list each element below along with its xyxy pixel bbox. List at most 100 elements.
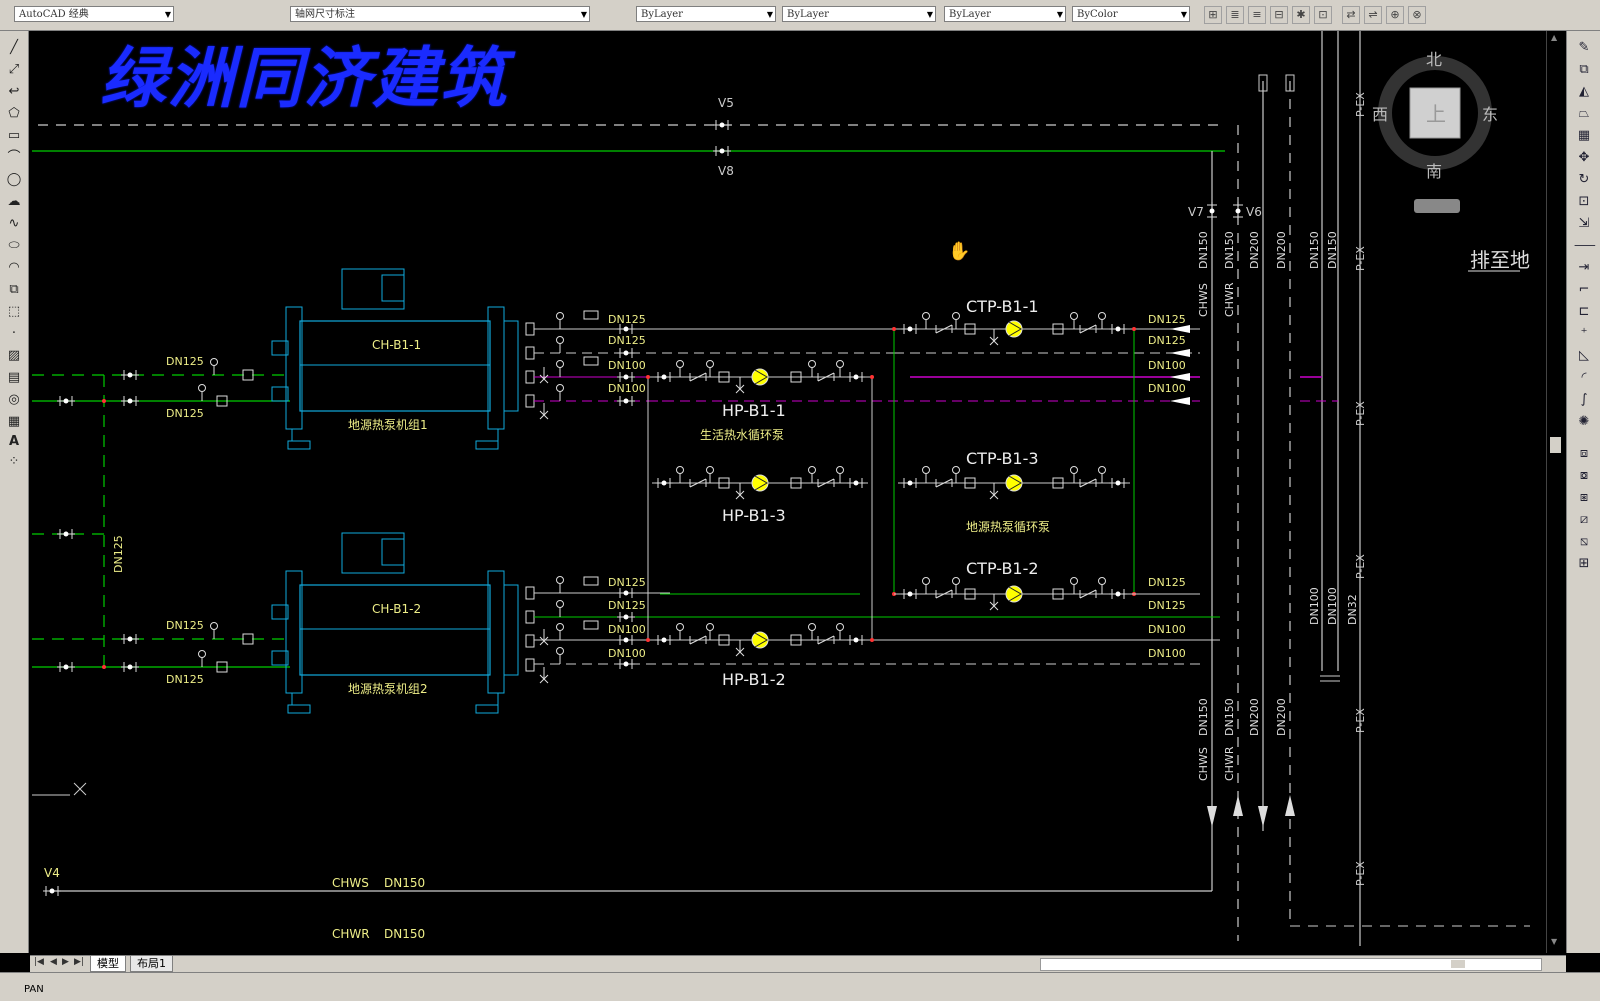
copy-icon[interactable]: ⧉ (1574, 61, 1594, 79)
gauge-icon (706, 623, 714, 641)
scroll-thumb[interactable] (1550, 437, 1561, 453)
table-icon[interactable]: ▦ (4, 413, 24, 431)
valve-icon (654, 477, 674, 489)
layer-lock-icon[interactable]: ⊡ (1314, 6, 1332, 24)
dn125-label: DN125 (1148, 576, 1186, 589)
scroll-down-icon[interactable]: ▼ (1551, 937, 1557, 946)
layer-prev-icon[interactable]: ≣ (1226, 6, 1244, 24)
move-icon[interactable]: ✥ (1574, 149, 1594, 167)
linetype-dropdown[interactable]: ByLayer ▼ (782, 6, 936, 22)
dn150-label: DN150 (1197, 231, 1210, 269)
text-front-icon[interactable]: ⊞ (1574, 555, 1594, 573)
pump-icon (751, 631, 769, 649)
layer-match-icon[interactable]: ⇄ (1342, 6, 1360, 24)
revcloud-icon[interactable]: ☁ (4, 193, 24, 211)
viewcube-north[interactable]: 北 (1426, 50, 1442, 69)
blend-icon[interactable]: ∫ (1574, 391, 1594, 409)
circ-pump-desc: 地源热泵循环泵 (966, 520, 1050, 534)
first-tab-icon[interactable]: |◀ (34, 957, 44, 967)
trim-icon[interactable]: ⸺ (1574, 237, 1596, 255)
horizontal-scrollbar[interactable] (1040, 958, 1542, 971)
scale-icon[interactable]: ⊡ (1574, 193, 1594, 211)
color-dropdown[interactable]: ByLayer ▼ (636, 6, 776, 22)
extend-icon[interactable]: ⇥ (1574, 259, 1594, 277)
above-object-icon[interactable]: ⧄ (1574, 511, 1594, 529)
send-back-icon[interactable]: ⧆ (1574, 489, 1594, 507)
break-point-icon[interactable]: ⌐ (1574, 281, 1594, 299)
stretch-icon[interactable]: ⇲ (1574, 215, 1594, 233)
array-icon[interactable]: ▦ (1574, 127, 1594, 145)
chamfer-icon[interactable]: ◺ (1574, 347, 1594, 365)
wcs-menu-button[interactable] (1414, 199, 1460, 213)
chiller-1-tag: CH-B1-1 (372, 338, 421, 352)
gauge-icon (836, 466, 844, 484)
chevron-down-icon: ▼ (1180, 10, 1187, 19)
polyline-icon[interactable]: ↩ (4, 83, 24, 101)
fillet-icon[interactable]: ◜ (1574, 369, 1594, 387)
erase-icon[interactable]: ✎ (1574, 39, 1594, 57)
explode-icon[interactable]: ✺ (1574, 413, 1594, 431)
hot-water-pump-desc: 生活热水循环泵 (700, 428, 784, 442)
join-icon[interactable]: ⁺ (1574, 325, 1594, 343)
below-object-icon[interactable]: ⧅ (1574, 533, 1594, 551)
insert-block-icon[interactable]: ⧉ (4, 281, 24, 299)
spline-icon[interactable]: ∿ (4, 215, 24, 233)
viewcube-south[interactable]: 南 (1426, 162, 1442, 181)
scroll-up-icon[interactable]: ▲ (1551, 33, 1557, 42)
layer-walk-icon[interactable]: ⇌ (1364, 6, 1382, 24)
last-tab-icon[interactable]: ▶| (74, 957, 84, 967)
mirror-icon[interactable]: ◭ (1574, 83, 1594, 101)
bring-front-icon[interactable]: ⧇ (1574, 467, 1594, 485)
drawing-canvas[interactable]: V5 V8 V7 V6 CHWS DN150 CHWR DN150 DN200 … (30, 31, 1545, 953)
ellipse-arc-icon[interactable]: ◠ (4, 259, 24, 277)
polygon-icon[interactable]: ⬠ (4, 105, 24, 123)
layer-state-icon[interactable]: ⊞ (1204, 6, 1222, 24)
gauge-icon (808, 466, 816, 484)
command-line[interactable]: PAN (0, 972, 1600, 1001)
plotstyle-dropdown[interactable]: ByColor ▼ (1072, 6, 1190, 22)
ellipse-icon[interactable]: ⬭ (4, 237, 24, 255)
watermark-text: 绿洲同济建筑 (100, 39, 508, 117)
valve-icon (654, 634, 674, 646)
layer-merge-icon[interactable]: ⊕ (1386, 6, 1404, 24)
construction-line-icon[interactable]: ⤢ (4, 61, 24, 79)
prev-tab-icon[interactable]: ◀ (50, 957, 57, 967)
rectangle-icon[interactable]: ▭ (4, 127, 24, 145)
viewcube[interactable]: 上 北 南 东 西 (1372, 50, 1498, 213)
layer-delete-icon[interactable]: ⊗ (1408, 6, 1426, 24)
drain-icon (735, 482, 745, 500)
rotate-icon[interactable]: ↻ (1574, 171, 1594, 189)
chiller-1-outlets (525, 310, 894, 420)
chws-main-label: CHWS (332, 876, 369, 890)
circle-icon[interactable]: ◯ (4, 171, 24, 189)
line-icon[interactable]: ╱ (4, 39, 24, 57)
drain-icon (989, 482, 999, 500)
mtext-icon[interactable]: A (4, 433, 24, 451)
gauge-icon (808, 623, 816, 641)
add-selected-icon[interactable]: ⁘ (4, 453, 24, 471)
modify-toolbar: ✎ ⧉ ◭ ⏢ ▦ ✥ ↻ ⊡ ⇲ ⸺ ⇥ ⌐ ⊏ ⁺ ◺ ◜ ∫ ✺ ⧈ ⧇ … (1566, 31, 1600, 953)
next-tab-icon[interactable]: ▶ (62, 957, 69, 967)
layer-off-icon[interactable]: ⊟ (1270, 6, 1288, 24)
offset-icon[interactable]: ⏢ (1574, 105, 1594, 123)
gradient-icon[interactable]: ▤ (4, 369, 24, 387)
point-icon[interactable]: · (4, 325, 24, 343)
region-icon[interactable]: ◎ (4, 391, 24, 409)
workspace-dropdown[interactable]: AutoCAD 经典 ▼ (14, 6, 174, 22)
make-block-icon[interactable]: ⬚ (4, 303, 24, 321)
tab-model[interactable]: 模型 (90, 956, 126, 972)
hscroll-thumb[interactable] (1451, 960, 1465, 968)
lineweight-dropdown[interactable]: ByLayer ▼ (944, 6, 1066, 22)
break-icon[interactable]: ⊏ (1574, 303, 1594, 321)
arc-icon[interactable]: ⌒ (4, 149, 24, 167)
flow-arrow-icon (1170, 325, 1190, 333)
tab-layout1[interactable]: 布局1 (130, 956, 173, 972)
layer-iso-icon[interactable]: ≡ (1248, 6, 1266, 24)
layer-dropdown[interactable]: 轴网尺寸标注 ▼ (290, 6, 590, 22)
draworder-icon[interactable]: ⧈ (1574, 445, 1594, 463)
hatch-icon[interactable]: ▨ (4, 347, 24, 365)
viewcube-west[interactable]: 西 (1372, 105, 1388, 124)
vertical-scrollbar[interactable]: ▲ ▼ (1546, 31, 1565, 953)
viewcube-east[interactable]: 东 (1482, 105, 1498, 124)
layer-freeze-icon[interactable]: ✱ (1292, 6, 1310, 24)
